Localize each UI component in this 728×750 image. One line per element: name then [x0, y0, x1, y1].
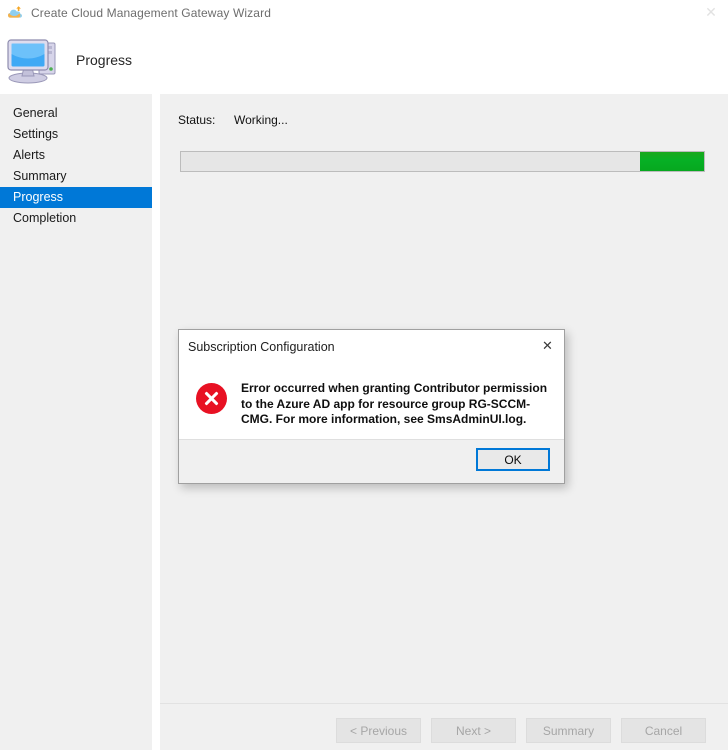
sidebar-item-summary[interactable]: Summary — [0, 166, 152, 187]
progress-bar-chunk — [640, 152, 704, 171]
dialog-titlebar: Subscription Configuration ✕ — [179, 330, 564, 363]
window-titlebar: Create Cloud Management Gateway Wizard ✕ — [0, 0, 728, 26]
wizard-sidebar: General Settings Alerts Summary Progress… — [0, 94, 152, 750]
footer-button-group: < Previous Next > Summary Cancel — [336, 718, 706, 743]
dialog-close-icon[interactable]: ✕ — [531, 330, 564, 363]
previous-button[interactable]: < Previous — [336, 718, 421, 743]
error-icon — [196, 383, 227, 414]
status-row: Status: Working... — [178, 113, 288, 127]
window-title: Create Cloud Management Gateway Wizard — [31, 6, 272, 20]
sidebar-item-progress[interactable]: Progress — [0, 187, 152, 208]
cloud-upload-icon — [7, 5, 24, 22]
wizard-header: Progress — [0, 26, 728, 94]
progress-bar — [180, 151, 705, 172]
page-title: Progress — [76, 52, 133, 68]
dialog-message: Error occurred when granting Contributor… — [241, 381, 548, 426]
subscription-configuration-dialog: Subscription Configuration ✕ Error occur… — [178, 329, 565, 484]
sidebar-item-completion[interactable]: Completion — [0, 208, 152, 229]
close-icon[interactable]: ✕ — [694, 0, 728, 26]
status-label: Status: — [178, 113, 216, 127]
dialog-body: Error occurred when granting Contributor… — [179, 363, 564, 441]
next-button[interactable]: Next > — [431, 718, 516, 743]
cancel-button[interactable]: Cancel — [621, 718, 706, 743]
wizard-window: Create Cloud Management Gateway Wizard ✕… — [0, 0, 728, 750]
sidebar-item-alerts[interactable]: Alerts — [0, 145, 152, 166]
dialog-title: Subscription Configuration — [188, 339, 335, 354]
computer-icon — [6, 34, 64, 86]
sidebar-item-settings[interactable]: Settings — [0, 124, 152, 145]
status-value: Working... — [234, 113, 288, 127]
wizard-footer: < Previous Next > Summary Cancel — [160, 703, 728, 750]
sidebar-item-general[interactable]: General — [0, 103, 152, 124]
dialog-footer: OK — [179, 439, 564, 483]
summary-button[interactable]: Summary — [526, 718, 611, 743]
ok-button[interactable]: OK — [476, 448, 550, 471]
